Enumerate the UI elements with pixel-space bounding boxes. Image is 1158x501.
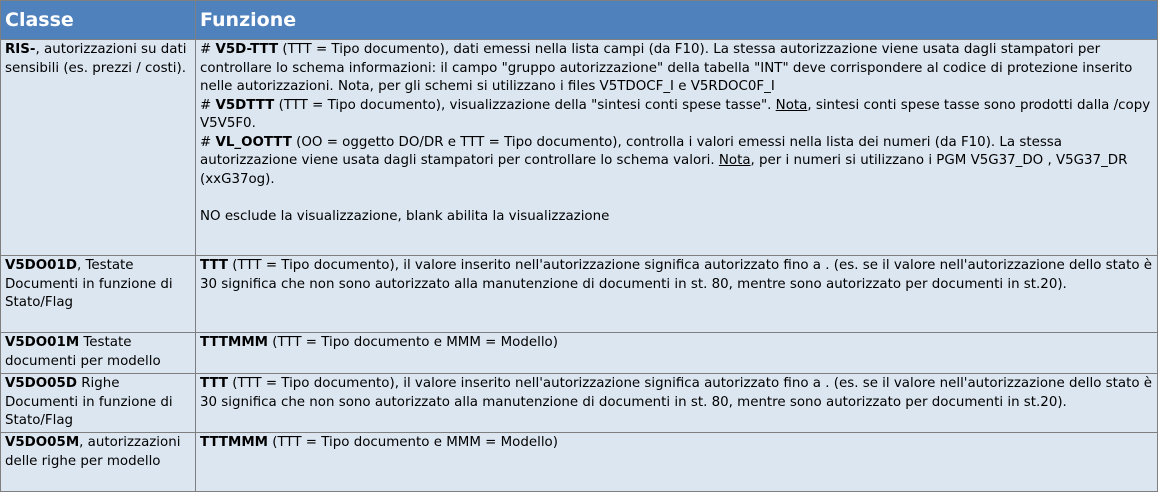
cell-funzione: TTTMMM (TTT = Tipo documento e MMM = Mod… [195,432,1158,492]
hash-mark: # [200,97,216,113]
funzione-code: V5DTTT [215,97,275,113]
funzione-code: TTT [200,376,229,391]
classe-code: RIS- [5,42,36,57]
header-funzione: Funzione [195,0,1158,40]
table-row: V5DO05D Righe Documenti in funzione di S… [0,373,1158,433]
cell-funzione: # V5D-TTT (TTT = Tipo documento), dati e… [195,39,1158,256]
hash-mark: # [200,134,216,150]
funzione-code: TTT [200,258,229,273]
header-classe: Classe [0,0,196,40]
funzione-code: VL_OOTTT [215,134,292,150]
table-header-row: Classe Funzione [0,0,1158,40]
cell-funzione: TTTMMM (TTT = Tipo documento e MMM = Mod… [195,332,1158,374]
funzione-text: (TTT = Tipo documento), il valore inseri… [200,376,1153,410]
hash-mark: # [200,42,216,57]
funzione-code: TTTMMM [200,335,268,350]
authorizations-table: Classe Funzione RIS-, autorizzazioni su … [0,0,1158,492]
funzione-paragraph: # V5DTTT (TTT = Tipo documento), visuali… [200,97,1153,134]
cell-classe: V5DO05M, autorizzazioni delle righe per … [0,432,196,492]
funzione-text: (TTT = Tipo documento), visualizzazione … [274,97,776,113]
classe-code: V5DO05M [5,435,80,450]
funzione-text: (TTT = Tipo documento), il valore inseri… [200,258,1153,292]
cell-classe: RIS-, autorizzazioni su dati sensibili (… [0,39,196,256]
funzione-code: TTTMMM [200,435,268,450]
nota-label: Nota [775,97,808,113]
classe-code: V5DO05D [5,376,77,391]
funzione-text: (TTT = Tipo documento e MMM = Modello) [268,435,558,450]
table-row: V5DO01M Testate documenti per modello TT… [0,332,1158,374]
funzione-paragraph: # V5D-TTT (TTT = Tipo documento), dati e… [200,41,1153,97]
cell-classe: V5DO01D, Testate Documenti in funzione d… [0,255,196,333]
classe-code: V5DO01M [5,335,80,350]
cell-classe: V5DO01M Testate documenti per modello [0,332,196,374]
funzione-paragraph: NO esclude la visualizzazione, blank abi… [200,208,610,224]
table-row: RIS-, autorizzazioni su dati sensibili (… [0,39,1158,256]
table-row: V5DO05M, autorizzazioni delle righe per … [0,432,1158,492]
cell-funzione: TTT (TTT = Tipo documento), il valore in… [195,373,1158,433]
classe-code: V5DO01D [5,258,77,273]
cell-funzione: TTT (TTT = Tipo documento), il valore in… [195,255,1158,333]
table-row: V5DO01D, Testate Documenti in funzione d… [0,255,1158,333]
funzione-code: V5D-TTT [215,42,279,57]
cell-classe: V5DO05D Righe Documenti in funzione di S… [0,373,196,433]
funzione-paragraph: # VL_OOTTT (OO = oggetto DO/DR e TTT = T… [200,134,1153,190]
nota-label: Nota [718,153,751,168]
funzione-text: (TTT = Tipo documento e MMM = Modello) [268,335,558,350]
funzione-text: (TTT = Tipo documento), dati emessi nell… [200,42,1133,94]
